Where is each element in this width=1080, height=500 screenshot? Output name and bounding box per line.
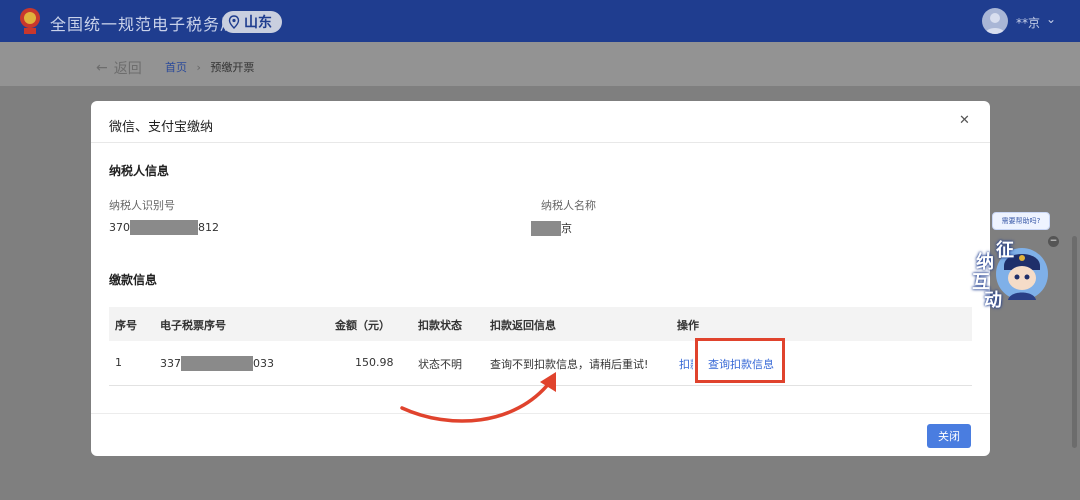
breadcrumb-home[interactable]: 首页 [165, 61, 187, 74]
location-pin-icon [228, 15, 240, 29]
user-avatar[interactable] [982, 8, 1008, 34]
ticket-prefix: 337 [160, 357, 181, 370]
national-emblem-icon [20, 8, 40, 34]
province-selector[interactable]: 山东 [222, 11, 282, 33]
sub-navigation [0, 42, 1080, 87]
row-ticket: 337 033 [160, 356, 274, 371]
redaction-mask [181, 356, 253, 371]
arrow-left-icon: ← [96, 60, 108, 76]
breadcrumb-current: 预缴开票 [210, 61, 255, 74]
curved-arrow-icon [400, 372, 556, 423]
payment-section-title: 缴款信息 [109, 273, 158, 287]
column-header-index: 序号 [115, 319, 137, 332]
back-button[interactable]: ← 返回 [96, 58, 142, 78]
column-header-action: 操作 [677, 319, 699, 332]
deduct-link-clip: 扣款 [679, 341, 693, 385]
taxpayer-id-value: 370 812 [109, 220, 219, 235]
close-button[interactable]: 关闭 [927, 424, 971, 448]
assistant-char-1: 征 [996, 240, 1014, 261]
province-label: 山东 [244, 15, 272, 31]
assistant-char-4: 动 [984, 290, 1002, 311]
deduct-link[interactable]: 扣款 [679, 356, 693, 372]
modal-title: 微信、支付宝缴纳 [109, 120, 214, 135]
floating-assistant[interactable]: 需要帮助吗? − 征 纳 互 动 [966, 206, 1066, 316]
ticket-suffix: 033 [253, 357, 274, 370]
page-scrollbar[interactable] [1072, 236, 1077, 448]
breadcrumb-separator-icon: › [196, 61, 201, 74]
chevron-down-icon[interactable]: ⌄ [1046, 12, 1056, 26]
row-index: 1 [115, 356, 122, 369]
column-header-ticket: 电子税票序号 [160, 319, 226, 332]
taxpayer-name-label: 纳税人名称 [541, 199, 596, 212]
highlight-annotation-box [695, 338, 785, 383]
taxpayer-name-value: 京 [531, 220, 572, 236]
taxpayer-id-prefix: 370 [109, 221, 130, 234]
site-title: 全国统一规范电子税务局 [50, 15, 238, 34]
user-name[interactable]: **京 [1016, 14, 1040, 31]
close-icon[interactable]: ✕ [959, 113, 970, 128]
top-header: 全国统一规范电子税务局 山东 **京 ⌄ [0, 0, 1080, 42]
modal-divider [91, 142, 990, 143]
table-header: 序号 电子税票序号 金额（元） 扣款状态 扣款返回信息 操作 [109, 307, 972, 341]
row-amount: 150.98 [355, 356, 394, 369]
column-header-message: 扣款返回信息 [490, 319, 556, 332]
taxpayer-id-suffix: 812 [198, 221, 219, 234]
redaction-mask [531, 220, 561, 236]
taxpayer-name-suffix: 京 [561, 222, 572, 235]
back-label: 返回 [113, 61, 142, 77]
column-header-status: 扣款状态 [418, 319, 462, 332]
taxpayer-id-label: 纳税人识别号 [109, 199, 175, 212]
redaction-mask [130, 220, 198, 235]
column-header-amount: 金额（元） [335, 319, 390, 332]
user-icon [985, 13, 1005, 34]
breadcrumb: 首页 › 预缴开票 [165, 59, 254, 75]
help-bubble[interactable]: 需要帮助吗? [992, 212, 1050, 230]
taxpayer-section-title: 纳税人信息 [109, 164, 170, 178]
